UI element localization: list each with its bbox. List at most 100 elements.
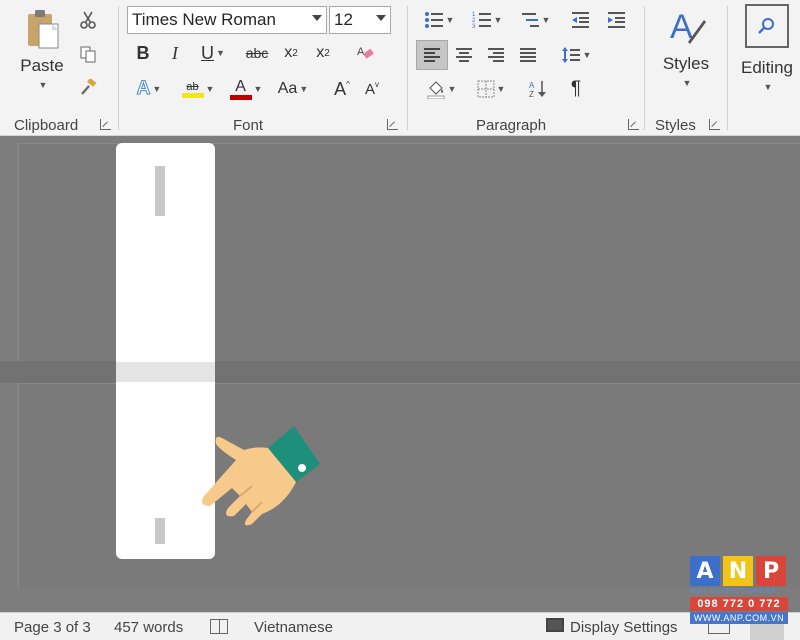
page-count-status[interactable]: Page 3 of 3 (14, 619, 91, 636)
chevron-down-icon: ▼ (493, 15, 503, 25)
borders-icon (477, 80, 495, 98)
language-status[interactable]: Vietnamese (254, 619, 333, 636)
chevron-down-icon: ▼ (299, 84, 309, 94)
chevron-down-icon: ▼ (152, 84, 162, 94)
italic-button[interactable]: I (161, 40, 189, 66)
highlight-button[interactable]: ab ▼ (175, 76, 221, 102)
multilevel-list-button[interactable]: ▼ (514, 8, 556, 32)
clear-formatting-button[interactable]: A (351, 40, 379, 66)
italic-label: I (172, 42, 178, 63)
shrink-font-label: A (364, 80, 375, 98)
font-group-label: Font (233, 117, 264, 134)
styles-group: A Styles ▼ Styles (645, 0, 727, 136)
logo-letter-p: P (756, 556, 786, 586)
svg-text:Z: Z (529, 90, 534, 99)
anp-watermark-logo: A N P MÁY CHIẾU CAMERA 098 772 0 772 WWW… (690, 556, 788, 624)
paint-bucket-icon (427, 81, 445, 99)
text-effects-button[interactable]: A ▼ (129, 76, 169, 102)
underline-button[interactable]: U ▼ (193, 40, 233, 66)
format-painter-icon (81, 79, 97, 95)
chevron-down-icon: ▼ (253, 84, 263, 94)
change-case-button[interactable]: Aa ▼ (273, 76, 313, 102)
editing-group: Editing ▼ (728, 0, 800, 136)
font-dialog-launcher[interactable] (387, 119, 398, 130)
styles-group-label: Styles (655, 117, 696, 134)
superscript-label: x (316, 44, 325, 61)
styles-dialog-launcher[interactable] (709, 119, 720, 130)
svg-text:A: A (357, 46, 365, 58)
chevron-down-icon: ▼ (445, 15, 455, 25)
borders-button[interactable]: ▼ (468, 76, 514, 102)
grow-font-button[interactable]: A ^ (329, 76, 355, 102)
font-size-combobox[interactable]: 12 (329, 6, 391, 34)
font-group: Times New Roman 12 B I U ▼ abc x2 x2 A A… (119, 0, 407, 136)
logo-letter-n: N (723, 556, 753, 586)
styles-button[interactable]: A Styles ▼ (651, 6, 721, 102)
chevron-down-icon: ▼ (447, 84, 457, 94)
chevron-down-icon: ▼ (38, 80, 48, 90)
subscript-mark: 2 (292, 47, 298, 59)
logo-website: WWW.ANP.COM.VN (690, 612, 788, 624)
caret-up-icon: ^ (346, 80, 350, 89)
strikethrough-button[interactable]: abc (241, 40, 273, 66)
display-settings-icon (546, 618, 564, 632)
chevron-down-icon: ▼ (216, 48, 225, 58)
chevron-down-icon (376, 15, 386, 21)
align-left-button[interactable] (416, 40, 448, 70)
font-color-icon: A (229, 78, 252, 100)
bold-button[interactable]: B (129, 40, 157, 66)
increase-indent-button[interactable] (602, 8, 630, 32)
align-right-icon (488, 48, 504, 62)
line-spacing-button[interactable]: ▼ (554, 40, 598, 70)
text-effects-label: A (136, 78, 151, 100)
proofing-icon[interactable] (210, 619, 228, 634)
numbered-list-icon: 1 2 3 (472, 12, 491, 29)
chevron-down-icon: ▼ (541, 15, 551, 25)
decrease-indent-button[interactable] (566, 8, 594, 32)
display-settings-button[interactable]: Display Settings (570, 619, 678, 636)
svg-text:3: 3 (472, 24, 476, 29)
font-color-button[interactable]: A ▼ (223, 76, 269, 102)
align-center-icon (456, 48, 472, 62)
cursor-marker-bottom (155, 518, 165, 544)
logo-tagline: MÁY CHIẾU CAMERA (690, 588, 777, 595)
justify-button[interactable] (512, 40, 544, 70)
superscript-button[interactable]: x2 (309, 40, 337, 66)
superscript-mark: 2 (324, 47, 330, 59)
paragraph-dialog-launcher[interactable] (628, 119, 639, 130)
format-painter-button[interactable] (76, 76, 100, 100)
clipboard-dialog-launcher[interactable] (100, 119, 111, 130)
editing-button[interactable]: Editing ▼ (736, 4, 798, 100)
font-name-combobox[interactable]: Times New Roman (127, 6, 327, 34)
underline-label: U (201, 42, 215, 63)
bold-label: B (136, 42, 150, 63)
font-name-value: Times New Roman (132, 10, 276, 29)
search-icon-frame (745, 4, 789, 48)
sort-button[interactable]: A Z (524, 76, 552, 102)
paste-button[interactable]: Paste ▼ (14, 8, 70, 100)
paste-label: Paste (20, 56, 64, 75)
editing-label: Editing (741, 58, 793, 77)
multilevel-list-icon (521, 13, 539, 27)
chevron-down-icon: ▼ (496, 84, 506, 94)
highlight-glyph: ab (186, 80, 199, 93)
paste-icon (28, 10, 59, 49)
show-formatting-marks-button[interactable]: ¶ (562, 76, 590, 102)
align-left-icon (424, 48, 440, 62)
copy-button[interactable] (76, 42, 100, 66)
increase-indent-icon (608, 12, 625, 28)
numbering-button[interactable]: 1 2 3 ▼ (466, 8, 508, 32)
bullets-button[interactable]: ▼ (418, 8, 460, 32)
font-size-value: 12 (334, 10, 353, 29)
anp-letters: A N P (690, 556, 788, 586)
shrink-font-button[interactable]: Av (359, 76, 385, 102)
subscript-button[interactable]: x2 (277, 40, 305, 66)
shading-button[interactable]: ▼ (418, 76, 464, 102)
word-count-status[interactable]: 457 words (114, 619, 183, 636)
chevron-down-icon: ▼ (763, 82, 773, 92)
align-right-button[interactable] (480, 40, 512, 70)
cut-button[interactable] (76, 8, 100, 32)
paragraph-group-label: Paragraph (476, 117, 547, 134)
styles-icon: A (670, 8, 706, 46)
align-center-button[interactable] (448, 40, 480, 70)
